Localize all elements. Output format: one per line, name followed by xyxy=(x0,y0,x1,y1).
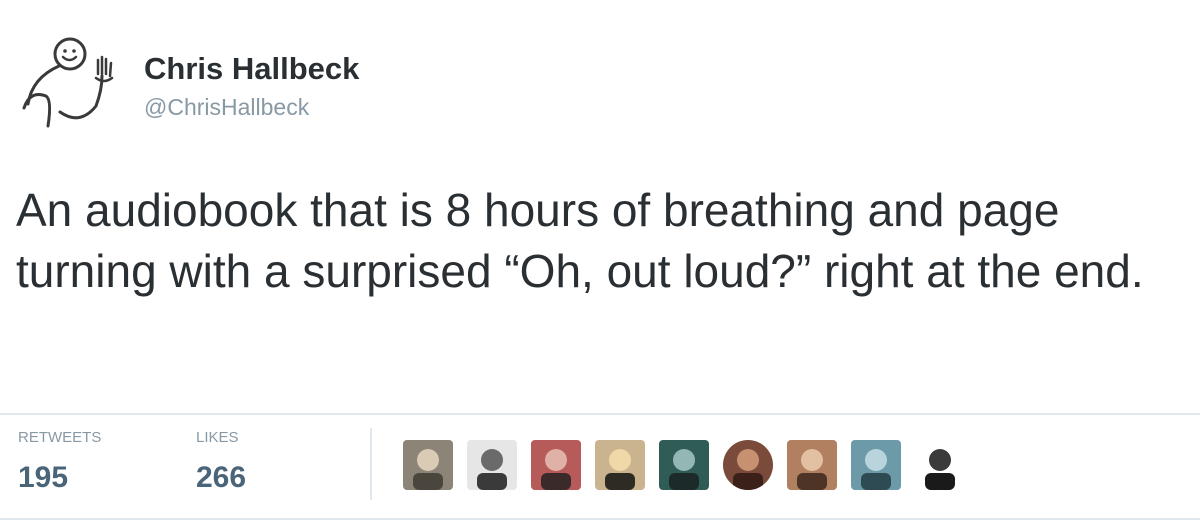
liker-avatar-5[interactable] xyxy=(659,440,709,490)
liker-avatar-3[interactable] xyxy=(531,440,581,490)
retweets-count: 195 xyxy=(18,461,69,494)
likes-label: LIKES xyxy=(196,429,239,446)
liker-avatar-8[interactable] xyxy=(851,440,901,490)
retweets-stat[interactable]: RETWEETS 195 xyxy=(18,428,101,496)
stick-figure-waving-icon[interactable] xyxy=(10,30,128,130)
likes-count: 266 xyxy=(196,461,247,494)
author-display-name[interactable]: Chris Hallbeck xyxy=(144,50,359,88)
retweets-label: RETWEETS xyxy=(18,429,102,446)
tweet-card: Chris Hallbeck @ChrisHallbeck An audiobo… xyxy=(0,0,1200,530)
stats-divider-top xyxy=(0,413,1200,415)
liker-avatar-6[interactable] xyxy=(723,440,773,490)
liker-avatar-4[interactable] xyxy=(595,440,645,490)
liker-avatar-7[interactable] xyxy=(787,440,837,490)
liker-avatar-2[interactable] xyxy=(467,440,517,490)
author-handle[interactable]: @ChrisHallbeck xyxy=(144,93,359,121)
liker-avatar-1[interactable] xyxy=(403,440,453,490)
likes-stat[interactable]: LIKES 266 xyxy=(196,428,246,496)
author-names: Chris Hallbeck @ChrisHallbeck xyxy=(144,50,359,121)
tweet-text: An audiobook that is 8 hours of breathin… xyxy=(16,184,1144,297)
stats-separator xyxy=(370,428,372,500)
liker-avatar-9[interactable] xyxy=(915,440,965,490)
stats-divider-bottom xyxy=(0,518,1200,520)
